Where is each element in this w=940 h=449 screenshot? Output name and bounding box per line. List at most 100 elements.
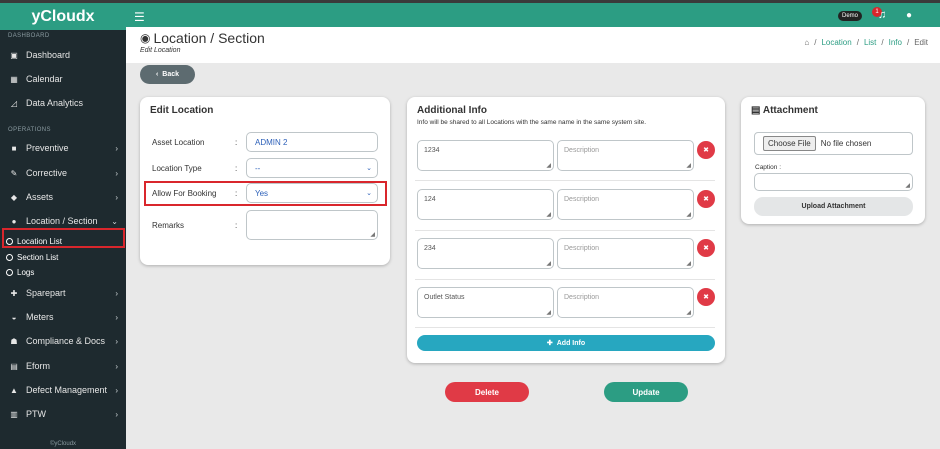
resize-handle-icon[interactable]: ◢ bbox=[686, 260, 691, 267]
resize-handle-icon[interactable]: ◢ bbox=[546, 162, 551, 169]
user-badge[interactable]: Demo bbox=[838, 11, 863, 21]
choose-file-button[interactable]: Choose File bbox=[763, 136, 816, 151]
sidebar-item-calendar[interactable]: ▦ Calendar bbox=[0, 68, 126, 90]
resize-handle-icon[interactable]: ◢ bbox=[686, 309, 691, 316]
globe-icon: ● bbox=[11, 216, 17, 226]
sidebar-subitem-label: Location List bbox=[17, 236, 62, 246]
sidebar-item-label: Meters bbox=[26, 312, 54, 322]
sidebar-subitem-logs[interactable]: Logs bbox=[0, 265, 126, 279]
circle-icon bbox=[6, 268, 13, 276]
resize-handle-icon[interactable]: ◢ bbox=[546, 309, 551, 316]
sidebar-item-label: Compliance & Docs bbox=[26, 336, 106, 346]
circle-icon bbox=[6, 237, 13, 245]
brand-logo[interactable]: yCloudx bbox=[0, 0, 126, 30]
upload-attachment-button[interactable]: Upload Attachment bbox=[754, 197, 913, 216]
sidebar-item-corrective[interactable]: ✎ Corrective › bbox=[0, 162, 126, 184]
resize-handle-icon[interactable]: ◢ bbox=[546, 260, 551, 267]
chevron-right-icon: › bbox=[115, 409, 118, 419]
home-icon[interactable]: ⌂ bbox=[804, 38, 809, 47]
trash-icon: ✖ bbox=[703, 147, 709, 154]
location-type-label: Location Type bbox=[152, 164, 202, 173]
trash-icon: ✖ bbox=[703, 196, 709, 203]
trash-icon: ✖ bbox=[703, 245, 709, 252]
sidebar-subitem-label: Section List bbox=[17, 252, 59, 262]
sidebar-subitem-location-list[interactable]: Location List bbox=[0, 234, 126, 248]
sidebar-item-meters[interactable]: ◒ Meters › bbox=[0, 306, 126, 328]
sidebar-item-ptw[interactable]: ▥ PTW › bbox=[0, 403, 126, 425]
topbar: ☰ Demo 1 ♫ ● bbox=[126, 0, 940, 30]
breadcrumb-location[interactable]: Location bbox=[821, 38, 851, 47]
gauge-icon: ◒ bbox=[11, 312, 17, 322]
chevron-right-icon: › bbox=[115, 336, 118, 346]
sidebar-item-sparepart[interactable]: ✚ Sparepart › bbox=[0, 282, 126, 304]
delete-row-button[interactable]: ✖ bbox=[697, 239, 715, 257]
breadcrumb-list[interactable]: List bbox=[864, 38, 876, 47]
section-label-dashboard: DASHBOARD bbox=[8, 33, 50, 39]
back-button-label: Back bbox=[162, 71, 180, 78]
trash-icon: ✖ bbox=[703, 294, 709, 301]
info-key-input[interactable]: Outlet Status ◢ bbox=[417, 287, 554, 318]
info-key-input[interactable]: 124 ◢ bbox=[417, 189, 554, 220]
sidebar-subitem-section-list[interactable]: Section List bbox=[0, 250, 126, 264]
warning-icon: ▲ bbox=[10, 385, 18, 395]
sidebar-item-label: Corrective bbox=[26, 168, 68, 178]
sidebar-item-label: Assets bbox=[26, 192, 54, 202]
sidebar-item-dashboard[interactable]: ▣ Dashboard bbox=[0, 44, 126, 66]
info-description-input[interactable]: Description ◢ bbox=[557, 189, 694, 220]
sidebar-item-label: Sparepart bbox=[26, 288, 66, 298]
sidebar-item-label: Calendar bbox=[26, 74, 63, 84]
asset-location-input[interactable]: ADMIN 2 bbox=[246, 132, 378, 152]
update-button[interactable]: Update bbox=[604, 382, 688, 402]
resize-handle-icon[interactable]: ◢ bbox=[686, 162, 691, 169]
resize-handle-icon[interactable]: ◢ bbox=[905, 182, 910, 189]
sidebar-item-label: Defect Management bbox=[26, 385, 108, 395]
sidebar: yCloudx DASHBOARD ▣ Dashboard ▦ Calendar… bbox=[0, 0, 126, 449]
info-key-input[interactable]: 1234 ◢ bbox=[417, 140, 554, 171]
file-input[interactable]: Choose File No file chosen bbox=[754, 132, 913, 155]
sidebar-item-compliance-docs[interactable]: ☗ Compliance & Docs › bbox=[0, 330, 126, 352]
info-description-input[interactable]: Description ◢ bbox=[557, 140, 694, 171]
location-type-select[interactable]: -- ⌄ bbox=[246, 158, 378, 178]
resize-handle-icon[interactable]: ◢ bbox=[370, 231, 375, 238]
bell-icon[interactable]: ♫ bbox=[878, 9, 886, 21]
section-label-operations: OPERATIONS bbox=[8, 127, 51, 133]
delete-row-button[interactable]: ✖ bbox=[697, 141, 715, 159]
menu-icon[interactable]: ☰ bbox=[134, 10, 145, 24]
sidebar-item-label: Dashboard bbox=[26, 50, 71, 60]
sidebar-subitem-label: Logs bbox=[17, 267, 35, 277]
info-key-input[interactable]: 234 ◢ bbox=[417, 238, 554, 269]
sidebar-item-defect-management[interactable]: ▲ Defect Management › bbox=[0, 379, 126, 401]
resize-handle-icon[interactable]: ◢ bbox=[686, 211, 691, 218]
sidebar-item-data-analytics[interactable]: ◿ Data Analytics bbox=[0, 92, 126, 114]
remarks-label: Remarks bbox=[152, 221, 185, 230]
briefcase-icon: ■ bbox=[11, 143, 17, 153]
page-subtitle: Edit Location bbox=[140, 47, 181, 54]
remarks-textarea[interactable]: ◢ bbox=[246, 210, 378, 240]
handshake-icon: ☗ bbox=[10, 336, 18, 346]
file-icon: ▤ bbox=[10, 361, 18, 371]
wrench-icon: ✎ bbox=[10, 168, 18, 178]
breadcrumb-edit: Edit bbox=[914, 38, 928, 47]
sidebar-item-assets[interactable]: ◆ Assets › bbox=[0, 186, 126, 208]
user-icon[interactable]: ● bbox=[906, 10, 912, 21]
chevron-right-icon: › bbox=[115, 192, 118, 202]
caption-textarea[interactable]: ◢ bbox=[754, 173, 913, 191]
chevron-right-icon: › bbox=[115, 361, 118, 371]
page-title: ◉ Location / Section bbox=[140, 30, 265, 46]
delete-row-button[interactable]: ✖ bbox=[697, 288, 715, 306]
sidebar-item-eform[interactable]: ▤ Eform › bbox=[0, 355, 126, 377]
resize-handle-icon[interactable]: ◢ bbox=[546, 211, 551, 218]
chevron-right-icon: › bbox=[115, 168, 118, 178]
breadcrumb-info[interactable]: Info bbox=[889, 38, 902, 47]
delete-row-button[interactable]: ✖ bbox=[697, 190, 715, 208]
chevron-right-icon: › bbox=[115, 288, 118, 298]
back-button[interactable]: ‹ Back bbox=[140, 65, 195, 84]
sidebar-item-label: PTW bbox=[26, 409, 46, 419]
add-info-button[interactable]: ✚ Add Info bbox=[417, 335, 715, 351]
page-header: ◉ Location / Section Edit Location ⌂ / L… bbox=[126, 27, 940, 63]
delete-button[interactable]: Delete bbox=[445, 382, 529, 402]
info-description-input[interactable]: Description ◢ bbox=[557, 287, 694, 318]
sidebar-item-preventive[interactable]: ■ Preventive › bbox=[0, 137, 126, 159]
info-description-input[interactable]: Description ◢ bbox=[557, 238, 694, 269]
chevron-down-icon: ⌄ bbox=[111, 216, 118, 226]
